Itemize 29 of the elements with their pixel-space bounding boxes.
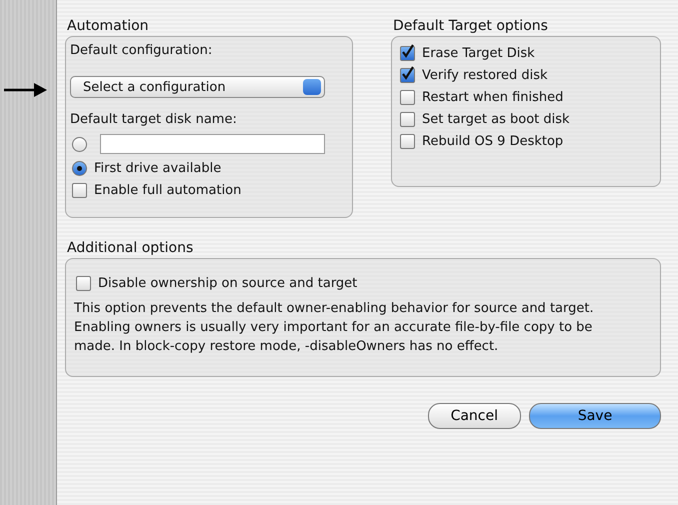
checkbox-label: Enable full automation (94, 183, 242, 198)
checkbox-label: Set target as boot disk (422, 112, 570, 127)
checkbox[interactable] (76, 276, 91, 291)
checkbox-label: Erase Target Disk (422, 46, 535, 61)
arrow-icon (4, 82, 48, 98)
checkbox-label: Disable ownership on source and target (98, 276, 358, 291)
disk-name-field[interactable] (100, 134, 325, 154)
section-title: Additional options (67, 240, 194, 256)
field-label: Default configuration: (70, 43, 214, 58)
checkbox[interactable] (72, 183, 87, 198)
section-title: Automation (67, 18, 150, 34)
radio-button[interactable] (72, 161, 87, 176)
checkbox[interactable] (400, 90, 415, 105)
checkbox[interactable] (400, 68, 415, 83)
checkbox[interactable] (400, 112, 415, 127)
checkbox[interactable] (400, 134, 415, 149)
cancel-button[interactable]: Cancel (428, 403, 521, 429)
checkbox-label: Verify restored disk (422, 68, 548, 83)
checkbox[interactable] (400, 46, 415, 61)
checkbox-label: Restart when finished (422, 90, 564, 105)
save-button[interactable]: Save (529, 403, 661, 429)
radio-button[interactable] (72, 136, 87, 152)
option-description: This option prevents the default owner-enabling behavior for source and target. Enabling owners is usually very important for an accurate file-by-file copy to be made. In block-copy restore mode, -disableOwners has no effect. (74, 300, 595, 356)
configuration-dropdown[interactable]: Select a configuration (70, 76, 325, 98)
stepper-icon (303, 79, 321, 95)
field-label: Default target disk name: (70, 112, 238, 127)
option-label: First drive available (94, 161, 222, 176)
section-title: Default Target options (393, 18, 549, 34)
checkbox-label: Rebuild OS 9 Desktop (422, 134, 564, 149)
